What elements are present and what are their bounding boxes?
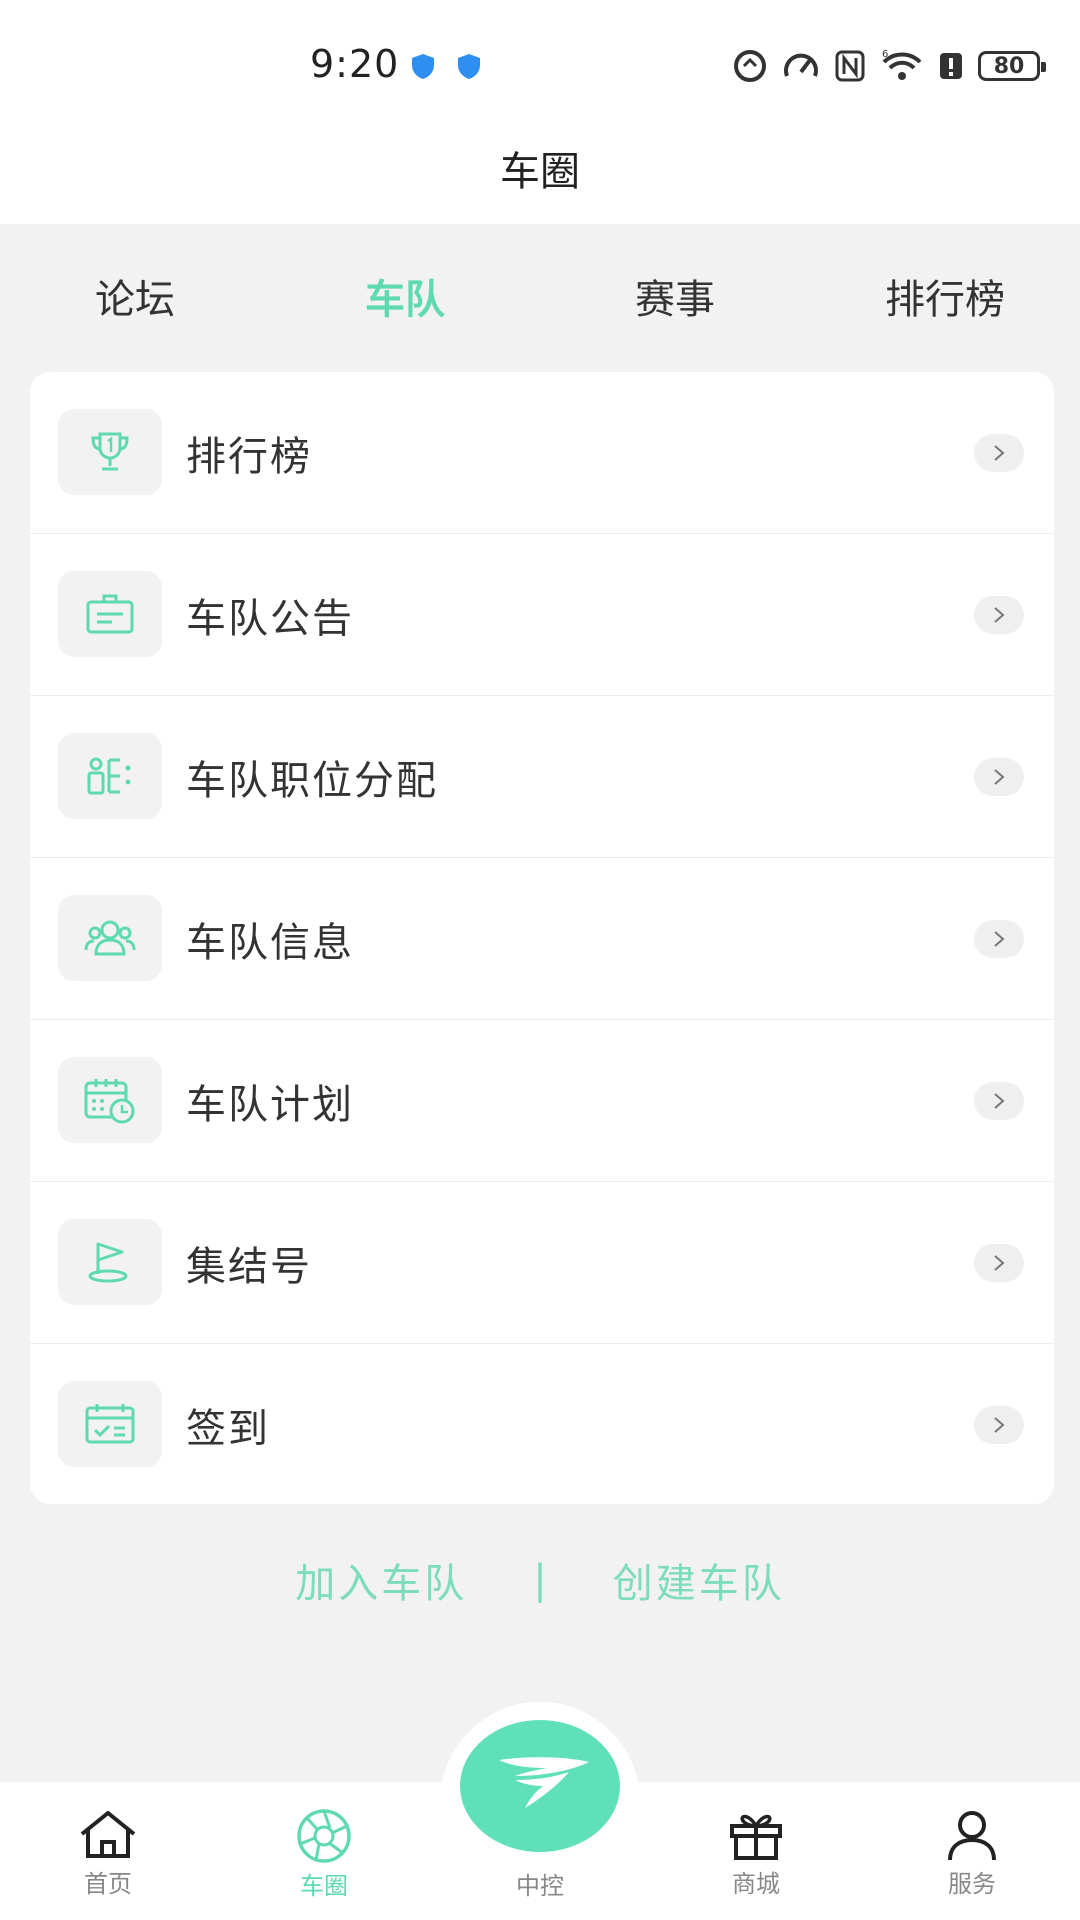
menu-item-leaderboard[interactable]: 排行榜 bbox=[30, 372, 1054, 534]
status-icons: 6 80 bbox=[732, 48, 1046, 84]
tabbar-label: 车圈 bbox=[300, 1872, 348, 1900]
page-header: 车圈 bbox=[0, 130, 1080, 224]
menu-item-label: 签到 bbox=[186, 1406, 270, 1452]
team-menu-card: 排行榜 车队公告 车队职位分配 车队信息 车队计划 集结号 签到 bbox=[30, 372, 1054, 1504]
menu-item-team-announcement[interactable]: 车队公告 bbox=[30, 534, 1054, 696]
menu-item-label: 车队职位分配 bbox=[186, 757, 438, 804]
tabbar-label: 服务 bbox=[948, 1870, 996, 1898]
menu-item-position-assignment[interactable]: 车队职位分配 bbox=[30, 696, 1054, 858]
alert-icon bbox=[940, 53, 962, 79]
speedometer-icon bbox=[784, 53, 818, 77]
chevron-right-icon bbox=[974, 1081, 1024, 1120]
chevron-right-icon bbox=[974, 595, 1024, 634]
create-team-link[interactable]: 创建车队 bbox=[613, 1551, 785, 1609]
status-time: 9:20 bbox=[310, 42, 400, 86]
wing-logo-icon bbox=[499, 1757, 589, 1808]
team-members-icon bbox=[58, 895, 162, 981]
position-assign-icon bbox=[58, 733, 162, 819]
trophy-icon bbox=[58, 409, 162, 495]
gift-icon bbox=[730, 1814, 782, 1860]
tabbar-item-mall[interactable]: 商城 bbox=[648, 1782, 864, 1920]
shield-icon bbox=[458, 54, 480, 79]
data-saver-icon bbox=[734, 50, 766, 82]
home-icon bbox=[80, 1811, 136, 1858]
aperture-icon bbox=[297, 1809, 351, 1863]
chevron-right-icon bbox=[974, 757, 1024, 796]
tab-team[interactable]: 车队 bbox=[270, 240, 540, 360]
menu-item-team-plan[interactable]: 车队计划 bbox=[30, 1020, 1054, 1182]
menu-item-rally-call[interactable]: 集结号 bbox=[30, 1182, 1054, 1344]
chevron-right-icon bbox=[974, 919, 1024, 958]
nfc-icon bbox=[835, 50, 865, 82]
center-control-button[interactable] bbox=[460, 1720, 620, 1852]
tabbar-item-service[interactable]: 服务 bbox=[864, 1782, 1080, 1920]
menu-item-label: 集结号 bbox=[186, 1243, 312, 1290]
chevron-right-icon bbox=[974, 433, 1024, 472]
announcement-board-icon bbox=[58, 571, 162, 657]
tabbar-item-home[interactable]: 首页 bbox=[0, 1782, 216, 1920]
flag-icon bbox=[58, 1219, 162, 1305]
join-team-link[interactable]: 加入车队 bbox=[295, 1551, 467, 1609]
tab-leaderboard[interactable]: 排行榜 bbox=[810, 240, 1080, 360]
page-title: 车圈 bbox=[500, 149, 580, 195]
menu-item-check-in[interactable]: 签到 bbox=[30, 1344, 1054, 1504]
status-bar: 9:20 6 80 bbox=[0, 0, 1080, 130]
tab-events[interactable]: 赛事 bbox=[540, 240, 810, 360]
team-actions: 加入车队 | 创建车队 bbox=[0, 1540, 1080, 1620]
wifi-icon: 6 bbox=[882, 49, 922, 80]
person-icon bbox=[948, 1811, 996, 1861]
menu-item-label: 车队信息 bbox=[186, 919, 354, 966]
svg-text:6: 6 bbox=[882, 49, 888, 60]
actions-separator: | bbox=[533, 1557, 547, 1603]
tabbar-label-center: 中控 bbox=[516, 1872, 564, 1900]
battery-level: 80 bbox=[993, 53, 1025, 79]
checkin-calendar-icon bbox=[58, 1381, 162, 1467]
chevron-right-icon bbox=[974, 1406, 1024, 1444]
menu-item-label: 车队计划 bbox=[186, 1081, 354, 1128]
tabbar-item-car-circle[interactable]: 车圈 bbox=[216, 1782, 432, 1920]
menu-item-label: 车队公告 bbox=[186, 595, 354, 642]
tab-forum[interactable]: 论坛 bbox=[0, 240, 270, 360]
menu-item-label: 排行榜 bbox=[186, 433, 312, 480]
menu-item-team-info[interactable]: 车队信息 bbox=[30, 858, 1054, 1020]
battery-indicator: 80 bbox=[978, 51, 1046, 81]
tabbar-label: 首页 bbox=[84, 1870, 132, 1898]
calendar-clock-icon bbox=[58, 1057, 162, 1143]
shield-icon bbox=[412, 54, 434, 79]
chevron-right-icon bbox=[974, 1243, 1024, 1282]
tabbar-label: 商城 bbox=[732, 1870, 780, 1898]
top-tabs: 论坛 车队 赛事 排行榜 bbox=[0, 240, 1080, 360]
